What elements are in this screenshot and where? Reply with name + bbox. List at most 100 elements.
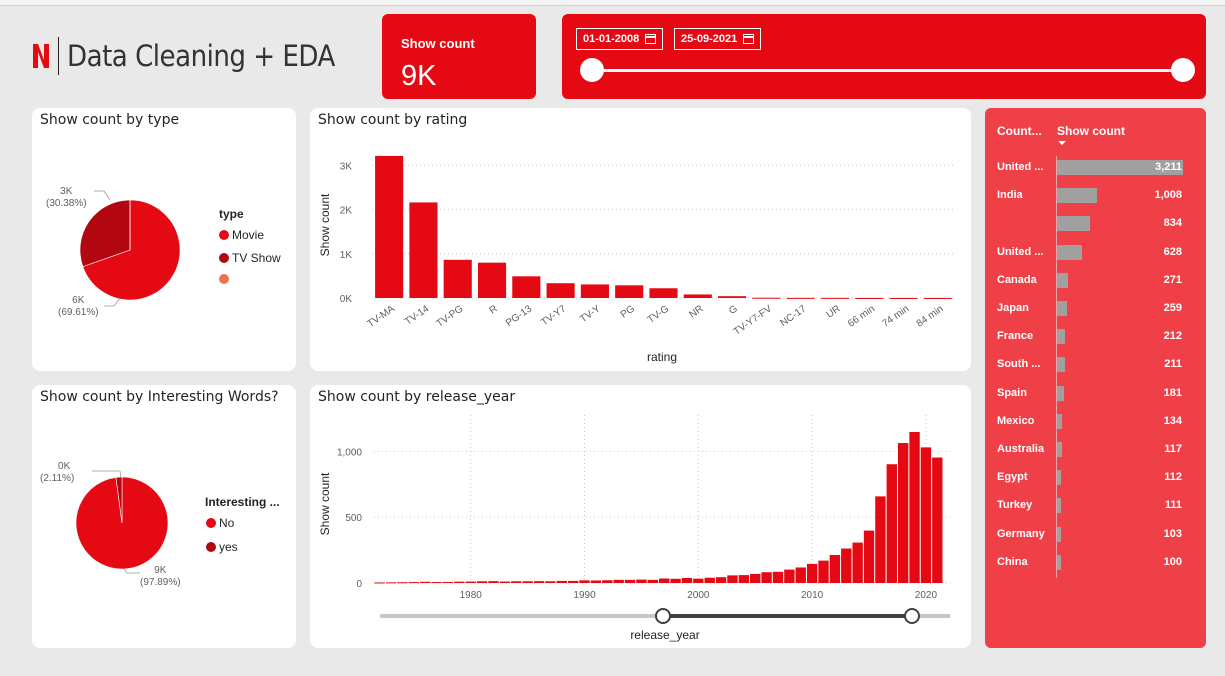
table-row[interactable]: Canada 271	[985, 271, 1206, 291]
year-bar[interactable]	[431, 582, 442, 584]
rating-chart-card[interactable]: Show count by rating 0K 1K 2K 3K TV-MA TV-14 T…	[310, 108, 971, 371]
year-bar[interactable]	[602, 580, 613, 583]
rating-bar[interactable]	[409, 202, 438, 298]
year-bar[interactable]	[624, 579, 636, 583]
year-bar[interactable]	[795, 567, 806, 583]
table-row[interactable]: United ... 628	[985, 243, 1206, 263]
year-bar[interactable]	[670, 578, 681, 583]
country-table-card[interactable]: Count... Show count United ... 3,211 India…	[985, 108, 1206, 648]
year-bar[interactable]	[511, 581, 522, 583]
table-row[interactable]: Germany 103	[985, 525, 1206, 545]
year-bar[interactable]	[863, 530, 875, 583]
year-bar[interactable]	[613, 579, 624, 583]
year-bar[interactable]	[522, 581, 533, 583]
rating-bar[interactable]	[820, 297, 850, 299]
year-bar[interactable]	[590, 580, 602, 583]
year-bar[interactable]	[784, 569, 795, 583]
rating-bar[interactable]	[443, 259, 472, 298]
year-bar[interactable]	[886, 464, 897, 583]
rating-bar[interactable]	[580, 284, 609, 298]
rating-bar[interactable]	[718, 296, 747, 298]
year-bar[interactable]	[761, 572, 772, 583]
rating-bar[interactable]	[786, 297, 815, 299]
year-bar[interactable]	[772, 571, 784, 583]
legend-item-movie[interactable]: Movie	[219, 228, 264, 242]
year-bar[interactable]	[545, 581, 556, 583]
year-bar[interactable]	[420, 581, 431, 583]
year-bar-chart[interactable]: 0 500 1,000 1980 1990 2000 2010 2020 Show count r…	[310, 385, 971, 648]
rating-bar[interactable]	[512, 276, 541, 298]
rating-bar[interactable]	[855, 297, 884, 299]
year-bar[interactable]	[636, 579, 647, 583]
date-slider-end-handle[interactable]	[1171, 58, 1195, 82]
type-pie-card[interactable]: Show count by type 3K (30.38%) 6K (69.61%)…	[32, 108, 296, 371]
year-bar[interactable]	[852, 542, 863, 583]
year-bar[interactable]	[488, 581, 499, 583]
year-bar[interactable]	[920, 447, 932, 583]
table-row[interactable]: United ... 3,211	[985, 158, 1206, 178]
legend-item-yes[interactable]: yes	[206, 540, 238, 554]
year-slider-end-handle[interactable]	[904, 608, 920, 624]
year-bar[interactable]	[556, 580, 567, 583]
year-bar[interactable]	[408, 582, 420, 584]
year-bar[interactable]	[806, 563, 818, 583]
year-bar[interactable]	[499, 581, 511, 583]
table-row[interactable]: Australia 117	[985, 440, 1206, 460]
year-bar[interactable]	[567, 580, 579, 583]
calendar-icon[interactable]	[743, 34, 755, 44]
year-bar[interactable]	[693, 578, 704, 583]
date-slider-start-handle[interactable]	[580, 58, 604, 82]
year-bar[interactable]	[385, 582, 397, 584]
year-chart-card[interactable]: Show count by release_year 0 500 1,000 1980…	[310, 385, 971, 648]
table-row[interactable]: South ... 211	[985, 355, 1206, 375]
year-bar[interactable]	[932, 457, 943, 583]
rating-bar[interactable]	[375, 155, 404, 298]
year-bar[interactable]	[829, 554, 841, 583]
year-bar[interactable]	[476, 581, 488, 583]
end-date-field[interactable]: 25-09-2021	[674, 28, 762, 50]
year-bar[interactable]	[897, 443, 909, 583]
calendar-icon[interactable]	[645, 34, 657, 44]
year-bar[interactable]	[909, 431, 920, 583]
country-column-header[interactable]: Count...	[997, 124, 1042, 138]
rating-bar[interactable]	[546, 283, 575, 298]
year-bar[interactable]	[397, 582, 408, 584]
legend-item-tvshow[interactable]: TV Show	[219, 251, 281, 265]
table-row[interactable]: Mexico 134	[985, 412, 1206, 432]
year-bar[interactable]	[681, 577, 693, 583]
year-bar[interactable]	[750, 573, 761, 583]
year-bar[interactable]	[704, 577, 715, 583]
year-bar[interactable]	[374, 582, 385, 584]
year-bar[interactable]	[647, 579, 658, 583]
year-bar[interactable]	[442, 581, 454, 583]
sort-descending-icon[interactable]	[1057, 140, 1067, 146]
table-row[interactable]: Egypt 112	[985, 468, 1206, 488]
year-bar[interactable]	[715, 577, 727, 583]
words-pie-card[interactable]: Show count by Interesting Words? 0K (2.11…	[32, 385, 296, 648]
year-bar[interactable]	[533, 581, 545, 583]
year-bar[interactable]	[659, 578, 670, 583]
table-row[interactable]: 834	[985, 214, 1206, 234]
legend-item-blank[interactable]	[219, 274, 229, 284]
year-bar[interactable]	[738, 575, 750, 583]
year-bar[interactable]	[579, 580, 590, 583]
rating-bar[interactable]	[923, 297, 952, 299]
rating-bar[interactable]	[889, 297, 918, 299]
rating-bar[interactable]	[615, 285, 644, 298]
start-date-field[interactable]: 01-01-2008	[576, 28, 664, 50]
year-bar[interactable]	[875, 496, 886, 583]
rating-bar[interactable]	[649, 288, 678, 298]
table-row[interactable]: Japan 259	[985, 299, 1206, 319]
date-slider-track[interactable]	[593, 69, 1183, 72]
table-row[interactable]: China 100	[985, 553, 1206, 573]
table-row[interactable]: France 212	[985, 327, 1206, 347]
year-slider-start-handle[interactable]	[655, 608, 671, 624]
table-row[interactable]: Spain 181	[985, 384, 1206, 404]
year-bar[interactable]	[818, 560, 829, 583]
showcount-column-header[interactable]: Show count	[1057, 124, 1125, 138]
year-bar[interactable]	[727, 575, 738, 583]
table-row[interactable]: Turkey 111	[985, 496, 1206, 516]
rating-bar[interactable]	[683, 294, 712, 298]
year-bar[interactable]	[841, 548, 852, 583]
year-bar[interactable]	[465, 581, 476, 583]
